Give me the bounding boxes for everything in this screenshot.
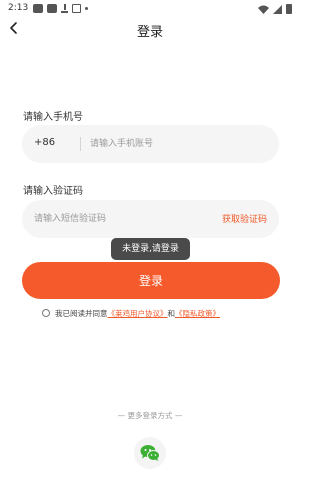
notification-app-icon	[33, 4, 43, 13]
notification-app-icon	[47, 4, 57, 13]
battery-icon	[286, 4, 292, 14]
privacy-policy-link[interactable]: 《隐私政策》	[175, 309, 220, 318]
login-button[interactable]: 登录	[22, 262, 280, 299]
wifi-icon	[258, 5, 269, 14]
more-login-title: — 更多登录方式 —	[117, 411, 183, 420]
phone-label: 请输入手机号	[23, 112, 83, 123]
wechat-login-button[interactable]	[134, 437, 166, 469]
notification-icons	[33, 4, 88, 13]
code-input[interactable]	[34, 209, 194, 229]
user-agreement-link[interactable]: 《莱鸡用户协议》	[108, 309, 168, 318]
agreement-row: 我已阅读并同意《莱鸡用户协议》和《隐私政策》	[42, 308, 282, 320]
phone-input[interactable]	[90, 134, 270, 154]
signal-icon	[273, 4, 282, 14]
wechat-icon	[140, 445, 160, 461]
status-time: 2:13	[8, 3, 29, 13]
code-field[interactable]: 获取验证码	[22, 200, 279, 238]
phone-field[interactable]: +86	[22, 125, 279, 163]
country-code[interactable]: +86	[34, 137, 55, 148]
get-code-button[interactable]: 获取验证码	[222, 212, 267, 225]
system-icons	[258, 4, 292, 14]
agreement-and: 和	[167, 309, 176, 318]
page-title: 登录	[136, 25, 163, 40]
download-icon	[61, 4, 68, 13]
more-notifications-dot-icon	[85, 7, 88, 10]
code-label: 请输入验证码	[23, 186, 83, 197]
field-divider	[80, 137, 81, 151]
nav-bar: 登录	[0, 16, 300, 42]
agreement-text: 我已阅读并同意《莱鸡用户协议》和《隐私政策》	[55, 308, 220, 319]
radio-unchecked-icon[interactable]	[42, 309, 50, 317]
notification-box-icon	[72, 4, 81, 13]
agreement-prefix: 我已阅读并同意	[55, 309, 108, 318]
toast-message: 未登录,请登录	[111, 238, 190, 260]
